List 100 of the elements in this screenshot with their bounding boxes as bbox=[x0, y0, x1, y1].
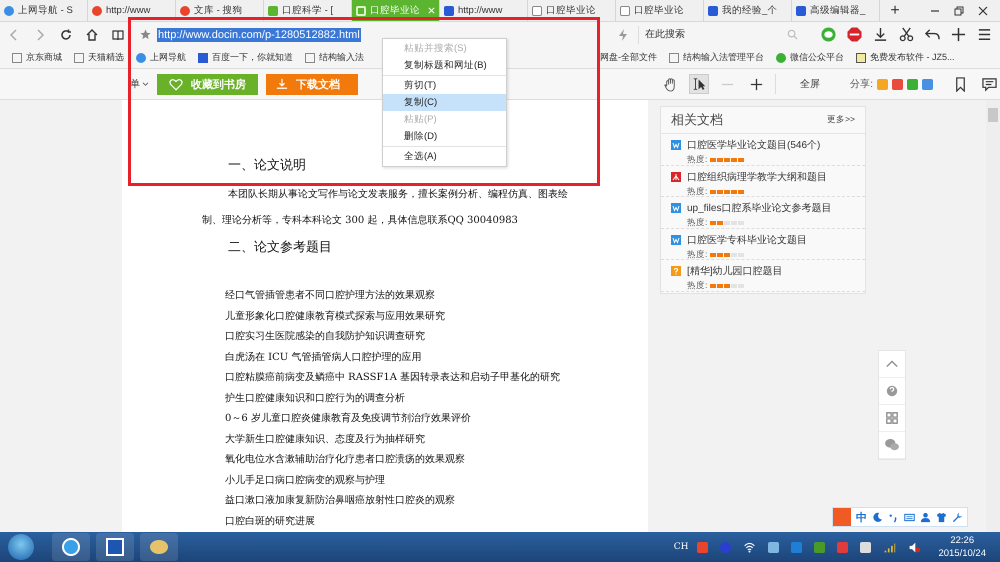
caret-icon bbox=[142, 82, 149, 86]
heart-icon bbox=[169, 78, 183, 90]
page-icon bbox=[620, 6, 630, 16]
browser-tab[interactable]: http://www bbox=[88, 0, 176, 21]
menu-item[interactable]: 全选(A) bbox=[383, 148, 506, 165]
close-icon[interactable] bbox=[978, 6, 988, 16]
menu-icon[interactable] bbox=[977, 27, 992, 42]
bookmark-link[interactable]: 免费发布软件 - JZ5... bbox=[856, 51, 955, 64]
browser-tab[interactable]: 口腔毕业论 bbox=[616, 0, 704, 21]
page-icon bbox=[532, 6, 542, 16]
plus-icon[interactable] bbox=[951, 27, 966, 42]
search-field[interactable]: 在此搜索 bbox=[645, 29, 787, 40]
document-link[interactable]: [精华]幼儿园口腔题目 bbox=[687, 264, 783, 278]
moon-icon[interactable] bbox=[872, 512, 883, 522]
shirt-icon[interactable] bbox=[936, 512, 947, 522]
book-icon[interactable] bbox=[112, 28, 124, 40]
menu-button[interactable]: 单 bbox=[130, 77, 149, 91]
word-taskbar-icon[interactable] bbox=[96, 533, 134, 561]
share-label: 分享: bbox=[850, 78, 873, 91]
menu-item[interactable]: 复制标题和网址(B) bbox=[383, 57, 506, 74]
share-icon[interactable] bbox=[907, 78, 918, 90]
site-icon bbox=[444, 6, 454, 16]
keyboard-icon[interactable] bbox=[904, 512, 915, 522]
document-link[interactable]: 口腔医学专科毕业论文题目 bbox=[687, 232, 807, 246]
bookmark-link[interactable]: 结构输入法 bbox=[305, 51, 364, 64]
menu-item[interactable]: 复制(C) bbox=[383, 94, 506, 111]
tray-icon[interactable] bbox=[768, 542, 780, 552]
bookmark-icon[interactable] bbox=[953, 76, 968, 92]
new-tab-button[interactable]: + bbox=[880, 0, 910, 21]
site-icon bbox=[796, 6, 806, 16]
bookmark-link[interactable]: 天猫精选 bbox=[74, 51, 124, 64]
star-icon[interactable] bbox=[140, 29, 151, 40]
site-icon bbox=[92, 6, 102, 16]
browser-tab[interactable]: 高级编辑器_ bbox=[792, 0, 880, 21]
heat-label: 热度: bbox=[687, 280, 708, 292]
restore-icon[interactable] bbox=[954, 6, 964, 16]
fullscreen-button[interactable]: 全屏 bbox=[784, 77, 836, 91]
bookmark-link[interactable]: 结构输入法管理平台 bbox=[669, 51, 764, 64]
share-icon[interactable] bbox=[892, 78, 903, 90]
word-file-icon bbox=[671, 140, 681, 150]
clock[interactable]: 22:26 2015/10/24 bbox=[938, 534, 986, 560]
chinese-mode-toggle[interactable]: 中 bbox=[856, 510, 867, 524]
wifi-icon[interactable] bbox=[743, 540, 756, 554]
heat-label: 热度: bbox=[687, 248, 708, 260]
document-link[interactable]: 口腔组织病理学教学大纲和题目 bbox=[687, 170, 827, 184]
section-heading: 二、论文参考题目 bbox=[228, 239, 332, 256]
comment-icon[interactable] bbox=[982, 76, 997, 92]
bookmark-link[interactable]: 上网导航 bbox=[136, 51, 186, 64]
browser-tab[interactable]: 上网导航 - S bbox=[0, 0, 88, 21]
section-heading: 一、论文说明 bbox=[228, 157, 306, 174]
site-icon bbox=[268, 6, 278, 16]
download-icon bbox=[276, 78, 288, 90]
browser-tab[interactable]: 口腔毕业论 bbox=[528, 0, 616, 21]
more-link[interactable]: 更多>> bbox=[827, 114, 855, 126]
paint-taskbar-icon[interactable] bbox=[140, 533, 178, 561]
language-indicator[interactable]: CH bbox=[674, 542, 688, 552]
bookmark-link[interactable]: 百度一下，你就知道 bbox=[198, 51, 293, 64]
browser-taskbar-icon[interactable] bbox=[52, 533, 90, 561]
browser-tab[interactable]: 文库 - 搜狗 bbox=[176, 0, 264, 21]
scrollbar[interactable] bbox=[986, 100, 1000, 532]
paragraph: 本团队长期从事论文写作与论文发表服务，擅长案例分析、编程仿真、图表绘制、理论分析等，专科本科论文 300 起，具体信息联系QQ 30040983 bbox=[202, 188, 569, 228]
user-icon[interactable] bbox=[920, 512, 931, 522]
reload-icon[interactable] bbox=[60, 28, 72, 40]
document-link[interactable]: 口腔医学毕业论文题目(546个) bbox=[687, 138, 820, 152]
topic-line: 益口漱口液加康复新防治鼻咽癌放射性口腔炎的观察 bbox=[225, 494, 455, 508]
topic-line: 口腔白斑的研究进展 bbox=[225, 514, 315, 528]
word-file-icon bbox=[671, 234, 681, 244]
topic-line: 儿童形象化口腔健康教育模式探索与应用效果研究 bbox=[225, 310, 445, 324]
share-icon[interactable] bbox=[922, 78, 933, 90]
page-icon bbox=[669, 52, 679, 62]
page-icon bbox=[74, 52, 84, 62]
home-icon[interactable] bbox=[86, 28, 98, 40]
start-button[interactable] bbox=[8, 534, 34, 560]
pdf-file-icon bbox=[671, 172, 681, 182]
topic-line: 经口气管插管患者不同口腔护理方法的效果观察 bbox=[225, 288, 435, 303]
topic-line: 氧化电位水含漱辅助治疗化疗患者口腔溃疡的效果观察 bbox=[225, 452, 465, 467]
download-icon[interactable] bbox=[873, 27, 888, 42]
bookmark-link[interactable]: 网盘-全部文件 bbox=[600, 51, 657, 64]
undo-icon[interactable] bbox=[925, 27, 940, 42]
wrench-icon[interactable] bbox=[952, 512, 963, 522]
site-icon bbox=[708, 6, 718, 16]
select-tool[interactable] bbox=[689, 74, 710, 94]
site-icon bbox=[356, 6, 366, 16]
browser-tab[interactable]: 我的经验_个 bbox=[704, 0, 792, 21]
punctuation-icon[interactable] bbox=[888, 512, 899, 522]
speaker-icon[interactable] bbox=[908, 540, 922, 554]
menu-item[interactable]: 删除(D) bbox=[383, 128, 506, 145]
browser-tab[interactable]: http://www bbox=[440, 0, 528, 21]
bookmark-link[interactable]: 微信公众平台 bbox=[776, 51, 844, 64]
site-icon bbox=[180, 6, 190, 16]
zoom-in-icon[interactable] bbox=[749, 76, 764, 92]
menu-item[interactable]: 剪切(T) bbox=[383, 77, 506, 94]
scissors-icon[interactable] bbox=[899, 27, 914, 42]
signal-icon[interactable] bbox=[883, 540, 896, 554]
heat-label: 热度: bbox=[687, 154, 708, 166]
lightning-icon[interactable] bbox=[618, 28, 628, 40]
file-icon bbox=[671, 266, 681, 276]
adblock-icon[interactable] bbox=[847, 27, 862, 42]
bookmark-link[interactable]: 京东商城 bbox=[12, 51, 62, 64]
document-link[interactable]: up_files口腔系毕业论文参考题目 bbox=[687, 201, 832, 215]
